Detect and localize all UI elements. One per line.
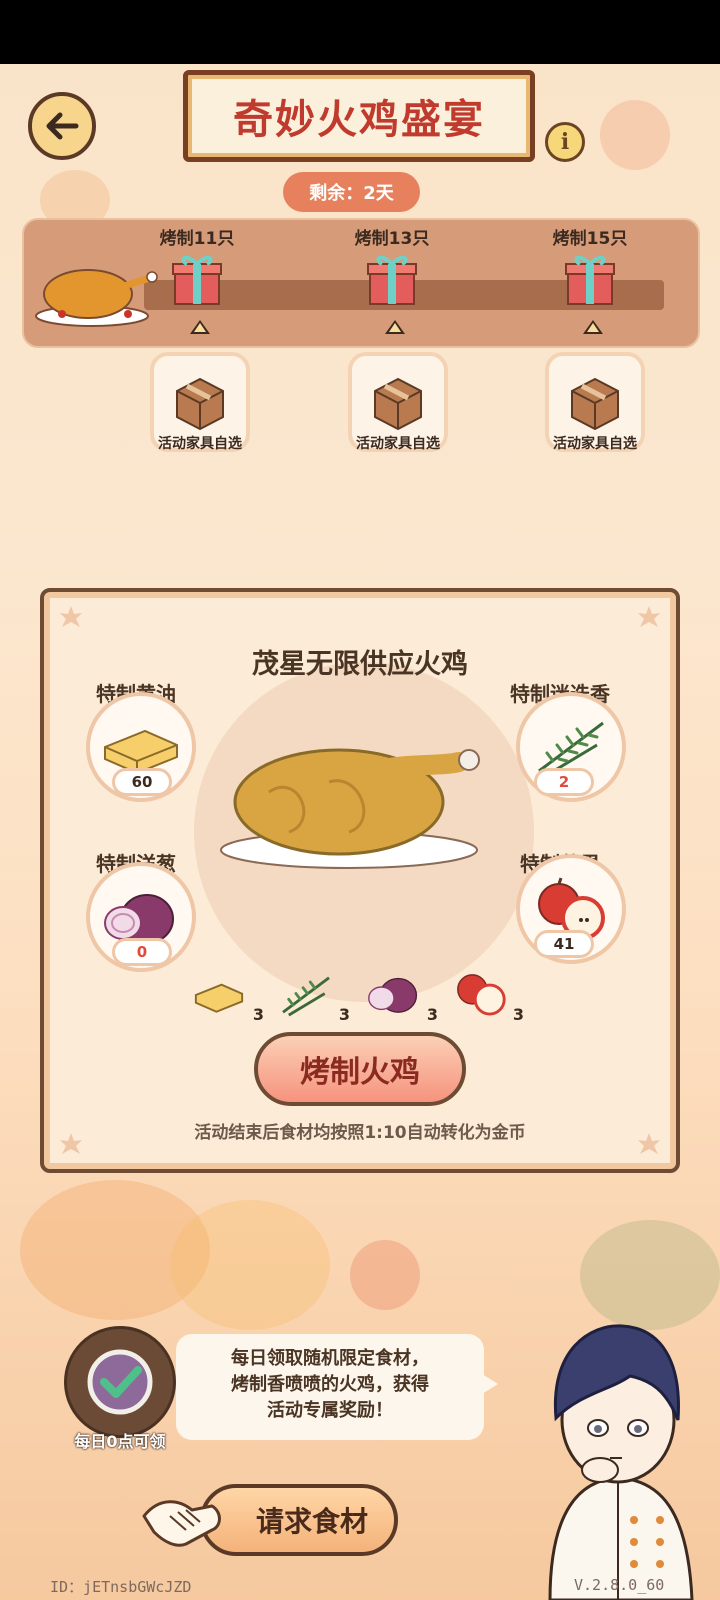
onion-icon: [368, 977, 418, 1013]
turkey-icon: [220, 748, 480, 869]
roast-turkey-icon: [35, 269, 158, 327]
bubble-line-2: 烤制香喷喷的火鸡，获得: [231, 1374, 429, 1395]
daily-claim-label: 每日0点可领: [74, 1432, 166, 1451]
milestone-2-label: 烤制13只: [354, 229, 430, 249]
ingredient-rosemary-count: 2: [534, 768, 594, 796]
handshake-icon: [142, 1500, 221, 1547]
back-button[interactable]: [28, 92, 96, 160]
milestone-3-marker: [583, 320, 603, 334]
cost-rosemary: 3: [278, 966, 350, 1026]
bg-decor-apple: [600, 100, 670, 170]
speech-bubble: 每日领取随机限定食材， 烤制香喷喷的火鸡，获得 活动专属奖励！: [176, 1334, 498, 1440]
box-icon: [571, 377, 619, 431]
ingredient-apple-count: 41: [534, 930, 594, 958]
bubble-line-3: 活动专属奖励！: [267, 1400, 393, 1421]
arrow-left-icon: [46, 112, 79, 140]
daily-claim-button[interactable]: [64, 1326, 176, 1438]
roast-turkey-button[interactable]: 烤制火鸡: [254, 1032, 466, 1106]
roast-panel: 茂星无限供应火鸡 特制黄油 60 特制迷迭香 2 特制洋葱 0 特制苹果: [40, 588, 680, 1173]
milestone-1-label: 烤制11只: [159, 229, 235, 249]
info-icon: i: [560, 129, 570, 155]
user-id: ID：jETnsbGWcJZD: [50, 1578, 192, 1596]
butter-icon: [194, 983, 244, 1013]
cost-rosemary-count: 3: [338, 1005, 350, 1024]
page-title: 奇妙火鸡盛宴: [233, 97, 485, 143]
gift-icon[interactable]: [564, 250, 616, 306]
gift-icon[interactable]: [171, 250, 223, 306]
panel-title: 茂星无限供应火鸡: [252, 649, 468, 680]
app-version: V.2.8.0_60: [574, 1576, 665, 1594]
remaining-time-badge: 剩余：2天: [283, 172, 420, 212]
bubble-line-1: 每日领取随机限定食材，: [231, 1348, 429, 1369]
status-bar: [0, 0, 720, 64]
ingredient-onion-count: 0: [112, 938, 172, 966]
rosemary-icon: [282, 976, 330, 1017]
reward-1-label: 活动家具自选: [158, 436, 242, 452]
box-icon: [374, 377, 422, 431]
cost-onion: 3: [366, 966, 438, 1026]
gift-icon[interactable]: [366, 250, 418, 306]
milestone-1-marker: [190, 320, 210, 334]
milestone-3-label: 烤制15只: [552, 229, 628, 249]
leaf-icon: [638, 606, 660, 627]
cost-butter-count: 3: [252, 1005, 264, 1024]
info-button[interactable]: i: [545, 122, 585, 162]
reward-3-label: 活动家具自选: [553, 436, 637, 452]
leaf-icon: [60, 606, 82, 627]
title-board: 奇妙火鸡盛宴: [183, 70, 535, 162]
milestone-2-marker: [385, 320, 405, 334]
box-icon: [176, 377, 224, 431]
ingredient-butter-count: 60: [112, 768, 172, 796]
request-ingredients-label: 请求食材: [255, 1505, 368, 1538]
cost-onion-count: 3: [426, 1005, 438, 1024]
request-ingredients-button[interactable]: 请求食材: [200, 1484, 398, 1556]
cost-apple: 3: [452, 966, 524, 1026]
reward-2-label: 活动家具自选: [356, 436, 440, 452]
conversion-note: 活动结束后食材均按照1:10自动转化为金币: [194, 1123, 526, 1143]
check-icon: [87, 1349, 153, 1415]
progress-panel: 烤制11只 烤制13只 烤制15只: [22, 218, 700, 348]
chef-character: [548, 1324, 694, 1600]
bg-decor-apple: [350, 1240, 420, 1310]
apple-icon: [457, 974, 506, 1016]
cost-butter: 3: [192, 966, 264, 1026]
cost-apple-count: 3: [512, 1005, 524, 1024]
bg-decor-pumpkin: [170, 1200, 330, 1330]
